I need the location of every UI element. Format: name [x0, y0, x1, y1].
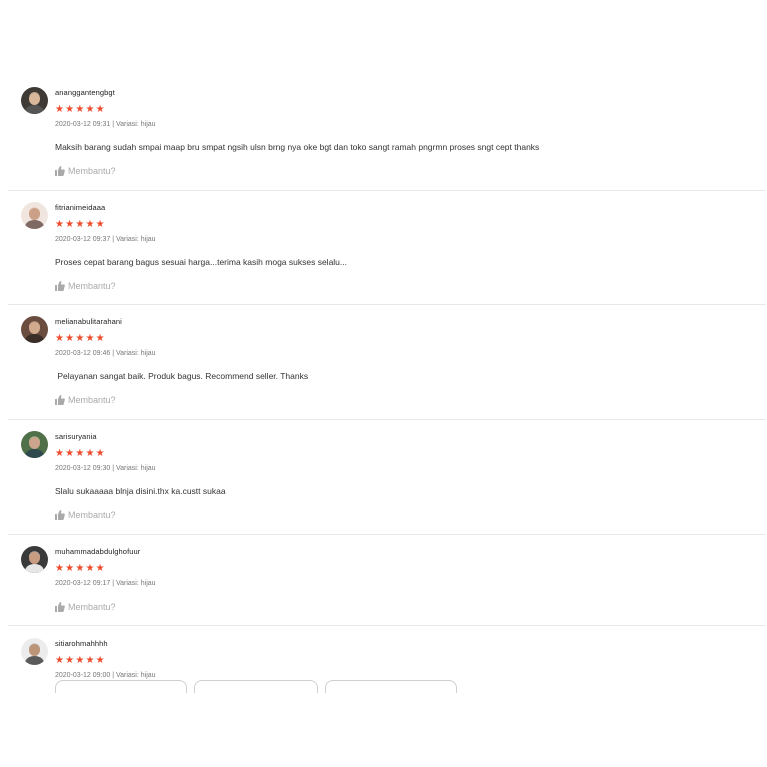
star-icon: ★ [85, 104, 95, 115]
review-item: melianabulitarahani ★★★★★ 2020-03-12 09:… [0, 313, 767, 420]
avatar[interactable] [21, 316, 48, 343]
star-rating: ★★★★★ [55, 558, 106, 574]
review-username[interactable]: melianabulitarahani [55, 317, 122, 326]
star-icon: ★ [95, 219, 105, 230]
review-username[interactable]: fitrianimeidaaa [55, 203, 105, 212]
divider [8, 419, 766, 420]
review-item: sarisuryania ★★★★★ 2020-03-12 09:30 | Va… [0, 428, 767, 535]
star-rating: ★★★★★ [55, 443, 106, 459]
helpful-label: Membantu? [68, 510, 116, 520]
star-icon: ★ [55, 219, 64, 230]
review-username[interactable]: ananggantengbgt [55, 88, 115, 97]
star-icon: ★ [55, 448, 64, 459]
avatar[interactable] [21, 202, 48, 229]
star-icon: ★ [55, 104, 64, 115]
helpful-label: Membantu? [68, 166, 116, 176]
star-icon: ★ [75, 563, 85, 574]
review-meta: 2020-03-12 09:30 | Variasi: hijau [55, 465, 156, 472]
star-icon: ★ [55, 333, 64, 344]
star-icon: ★ [75, 333, 85, 344]
helpful-button[interactable]: Membantu? [55, 602, 116, 612]
star-icon: ★ [85, 448, 95, 459]
star-icon: ★ [65, 448, 75, 459]
star-rating: ★★★★★ [55, 328, 106, 344]
review-comment: Pelayanan sangat baik. Produk bagus. Rec… [55, 371, 309, 381]
helpful-label: Membantu? [68, 281, 116, 291]
divider [8, 304, 766, 305]
star-icon: ★ [85, 655, 95, 666]
review-username[interactable]: sitiarohmahhhh [55, 639, 108, 648]
avatar[interactable] [21, 638, 48, 665]
star-icon: ★ [75, 219, 85, 230]
review-username[interactable]: sarisuryania [55, 432, 97, 441]
review-item: fitrianimeidaaa ★★★★★ 2020-03-12 09:37 |… [0, 199, 767, 305]
review-item: ananggantengbgt ★★★★★ 2020-03-12 09:31 |… [0, 84, 767, 191]
star-icon: ★ [65, 563, 75, 574]
star-icon: ★ [95, 563, 105, 574]
review-meta: 2020-03-12 09:31 | Variasi: hijau [55, 121, 156, 128]
star-icon: ★ [95, 448, 105, 459]
review-comment: Maksih barang sudah smpai maap bru smpat… [55, 142, 540, 152]
helpful-button[interactable]: Membantu? [55, 510, 116, 520]
star-icon: ★ [85, 219, 95, 230]
avatar[interactable] [21, 431, 48, 458]
helpful-button[interactable]: Membantu? [55, 166, 116, 176]
star-icon: ★ [65, 219, 75, 230]
thumbs-up-icon [55, 510, 65, 520]
divider [8, 534, 766, 535]
review-username[interactable]: muhammadabdulghofuur [55, 547, 140, 556]
star-icon: ★ [75, 655, 85, 666]
star-icon: ★ [55, 655, 64, 666]
star-icon: ★ [75, 104, 85, 115]
thumbs-up-icon [55, 281, 65, 291]
review-meta: 2020-03-12 09:46 | Variasi: hijau [55, 350, 156, 357]
star-icon: ★ [95, 655, 105, 666]
star-icon: ★ [65, 333, 75, 344]
divider [8, 625, 766, 626]
avatar[interactable] [21, 87, 48, 114]
divider [8, 190, 766, 191]
star-rating: ★★★★★ [55, 99, 106, 115]
avatar[interactable] [21, 546, 48, 573]
review-meta: 2020-03-12 09:37 | Variasi: hijau [55, 236, 156, 243]
thumbs-up-icon [55, 395, 65, 405]
helpful-label: Membantu? [68, 602, 116, 612]
review-item: muhammadabdulghofuur ★★★★★ 2020-03-12 09… [0, 543, 767, 626]
helpful-label: Membantu? [68, 395, 116, 405]
thumbs-up-icon [55, 166, 65, 176]
review-comment: Proses cepat barang bagus sesuai harga..… [55, 257, 347, 267]
review-item: sitiarohmahhhh ★★★★★ 2020-03-12 09:00 | … [0, 635, 767, 685]
review-meta: 2020-03-12 09:17 | Variasi: hijau [55, 580, 156, 587]
star-rating: ★★★★★ [55, 650, 106, 666]
review-comment: Slalu sukaaaaa blnja disini.thx ka.custt… [55, 486, 226, 496]
star-icon: ★ [75, 448, 85, 459]
helpful-button[interactable]: Membantu? [55, 281, 116, 291]
media-thumbnail[interactable] [55, 680, 187, 693]
review-meta: 2020-03-12 09:00 | Variasi: hijau [55, 672, 156, 679]
star-icon: ★ [65, 104, 75, 115]
star-icon: ★ [85, 333, 95, 344]
star-icon: ★ [85, 563, 95, 574]
helpful-button[interactable]: Membantu? [55, 395, 116, 405]
media-thumbnail[interactable] [194, 680, 318, 693]
star-icon: ★ [95, 333, 105, 344]
thumbs-up-icon [55, 602, 65, 612]
media-thumbnail[interactable] [325, 680, 457, 693]
star-icon: ★ [95, 104, 105, 115]
star-rating: ★★★★★ [55, 214, 106, 230]
star-icon: ★ [65, 655, 75, 666]
star-icon: ★ [55, 563, 64, 574]
